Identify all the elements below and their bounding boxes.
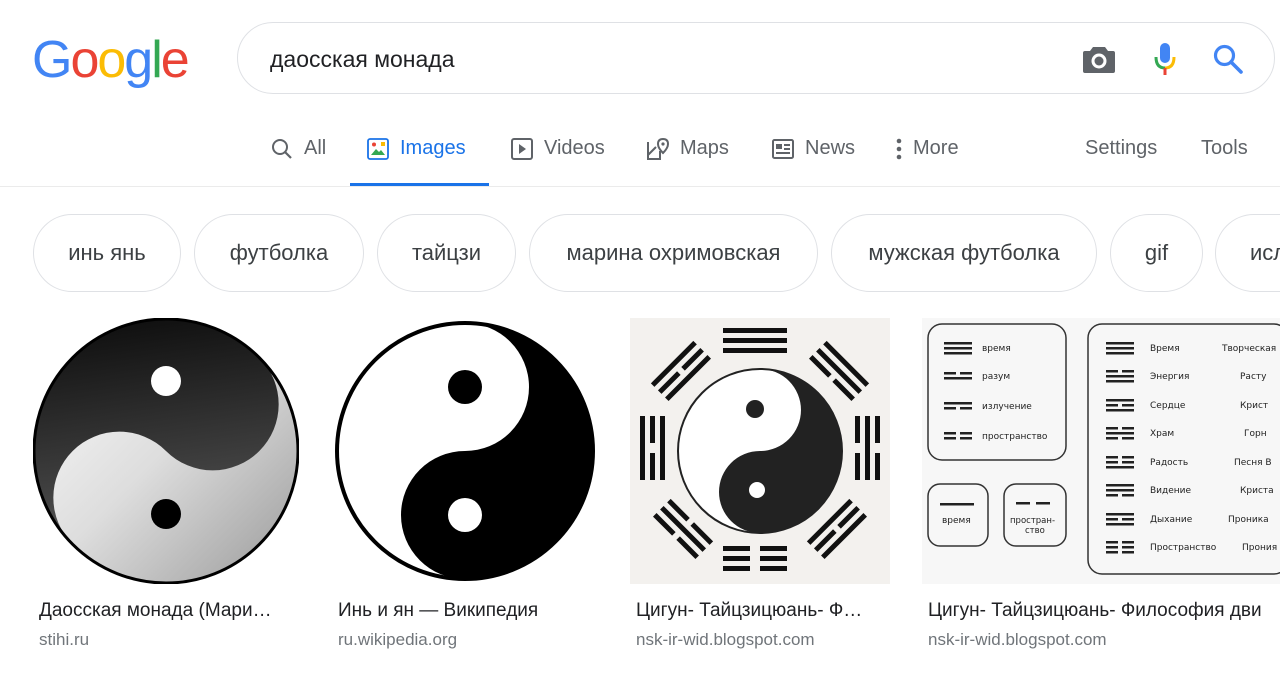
tab-label: All [304,137,327,159]
diagram-label: Крист [1240,401,1268,411]
logo-letter: G [32,31,72,89]
tab-label: Images [400,137,466,159]
logo-letter: l [151,31,162,89]
diagram-label: Прония [1242,543,1277,553]
diagram-label: время [982,344,1011,354]
tab-label: News [805,137,856,159]
tab-maps[interactable]: Maps [646,125,729,187]
image-result[interactable]: Даосская монада (Мари… stihi.ru [33,318,299,658]
chip[interactable]: исл [1215,214,1280,292]
bagua-image [630,318,890,584]
diagram-label: простран- [1010,516,1055,526]
tab-all[interactable]: All [270,125,326,187]
chip[interactable]: инь янь [33,214,181,292]
chip[interactable]: мужская футболка [831,214,1097,292]
diagram-label: Расту [1240,372,1267,382]
image-icon [366,137,390,161]
tab-tools[interactable]: Tools [1201,125,1248,187]
result-source: nsk-ir-wid.blogspot.com [636,630,815,649]
diagram-label: время [942,516,971,526]
result-source: nsk-ir-wid.blogspot.com [928,630,1107,649]
diagram-image: время разум излучение пространство время… [922,318,1280,584]
result-thumbnail[interactable] [33,318,299,584]
diagram-label: Пространство [1150,543,1217,553]
result-thumbnail[interactable]: время разум излучение пространство время… [922,318,1280,584]
diagram-label: разум [982,372,1010,382]
image-result[interactable]: время разум излучение пространство время… [922,318,1280,658]
diagram-label: Горн [1244,429,1267,439]
tab-videos[interactable]: Videos [510,125,605,187]
map-icon [646,137,670,161]
tab-label: Maps [680,137,729,159]
diagram-label: Криста [1240,486,1274,496]
diagram-label: Радость [1150,458,1188,468]
logo-letter: o [97,31,126,89]
google-logo[interactable]: Google [32,30,190,90]
chip[interactable]: футболка [194,214,364,292]
result-source: stihi.ru [39,630,90,649]
search-tabs: All Images Videos Maps News More Setting… [0,125,1280,187]
diagram-label: Творческая [1221,344,1276,354]
play-icon [510,137,534,161]
tab-images[interactable]: Images [350,125,489,187]
yin-yang-image [332,318,598,584]
microphone-icon[interactable] [1147,41,1183,77]
search-box [237,22,1275,94]
diagram-label: пространство [982,432,1048,442]
search-input[interactable] [270,41,1030,77]
image-result[interactable]: Инь и ян — Википедия ru.wikipedia.org [332,318,598,658]
diagram-label: Храм [1150,429,1174,439]
tab-more[interactable]: More [893,125,959,187]
image-result[interactable]: Цигун- Тайцзицюань- Ф… nsk-ir-wid.blogsp… [630,318,890,658]
tab-news[interactable]: News [771,125,855,187]
diagram-label: Время [1150,344,1180,354]
more-vert-icon [893,137,905,161]
tab-label: Videos [544,137,605,159]
tabs-divider [0,186,1280,187]
result-thumbnail[interactable] [630,318,890,584]
news-icon [771,137,795,161]
diagram-label: излучение [982,402,1032,412]
result-source: ru.wikipedia.org [338,630,458,649]
tab-label: Settings [1085,137,1158,159]
yin-yang-image [33,318,299,584]
logo-letter: g [124,31,153,89]
chip[interactable]: марина охримовская [529,214,818,292]
tab-label: More [913,137,959,159]
diagram-label: Видение [1150,486,1192,496]
search-icon[interactable] [1210,41,1246,77]
diagram-label: Дыхание [1150,515,1193,525]
chip[interactable]: gif [1110,214,1203,292]
related-chips: инь янь футболка тайцзи марина охримовск… [0,214,1280,292]
diagram-label: Проника [1228,515,1269,525]
chip[interactable]: тайцзи [377,214,516,292]
result-title[interactable]: Цигун- Тайцзицюань- Философия дви [928,600,1262,622]
result-title[interactable]: Даосская монада (Мари… [39,600,272,622]
logo-letter: e [160,31,190,89]
result-title[interactable]: Инь и ян — Википедия [338,600,538,622]
camera-icon[interactable] [1081,41,1117,77]
search-icon [270,137,294,161]
result-thumbnail[interactable] [332,318,598,584]
diagram-label: Песня В [1234,458,1272,468]
tab-label: Tools [1201,137,1248,159]
diagram-label: Сердце [1150,401,1186,411]
logo-letter: o [70,31,99,89]
result-title[interactable]: Цигун- Тайцзицюань- Ф… [636,600,862,622]
tab-settings[interactable]: Settings [1085,125,1157,187]
diagram-label: Энергия [1150,372,1189,382]
diagram-label: ство [1025,526,1045,536]
